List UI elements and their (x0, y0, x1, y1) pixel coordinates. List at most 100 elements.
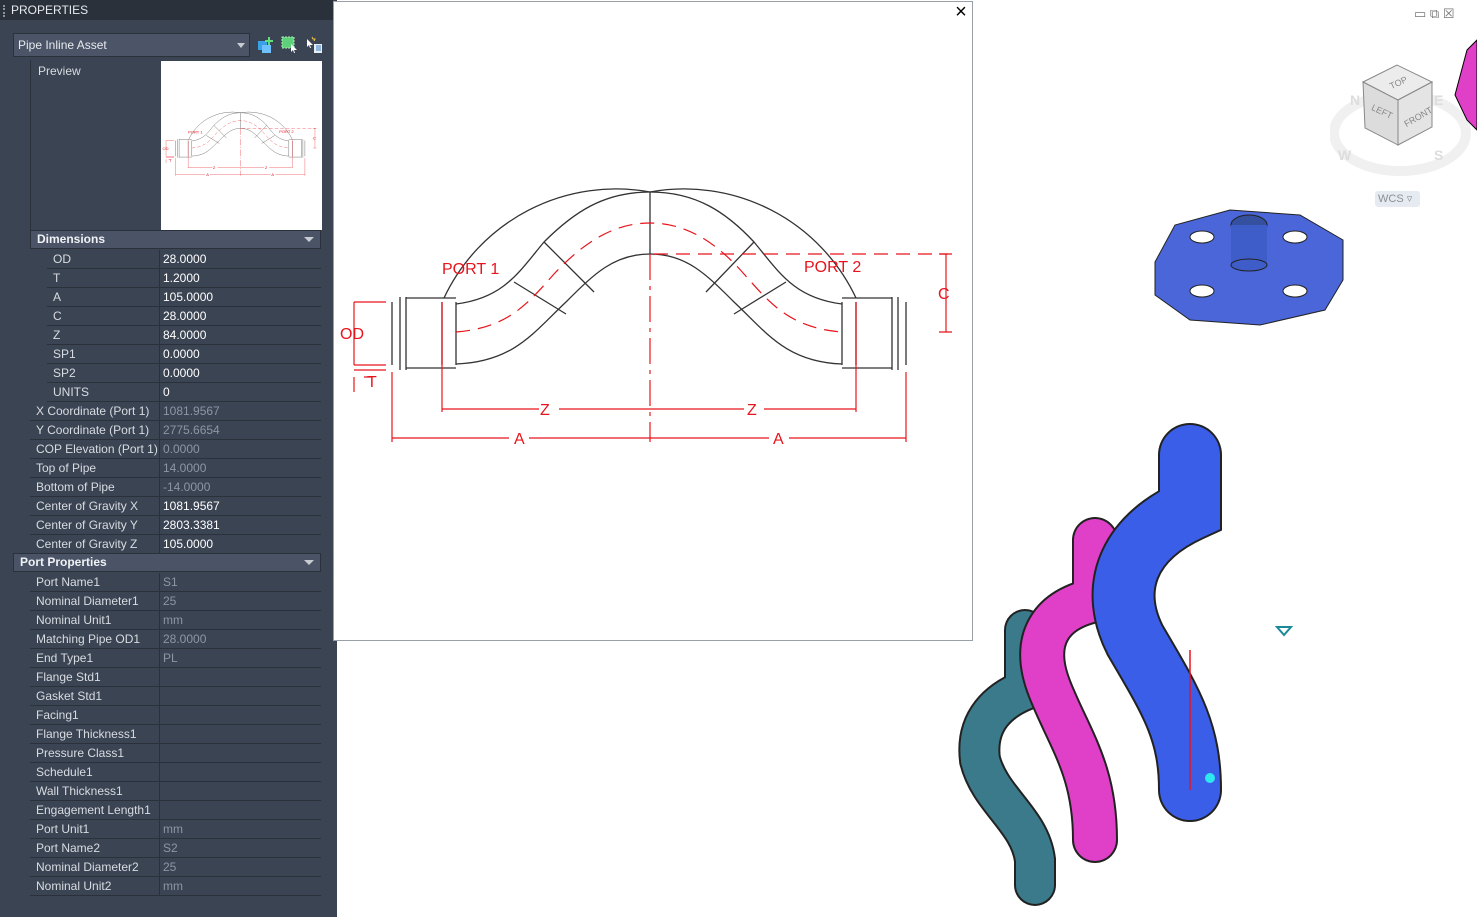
port1-label: PORT 1 (442, 261, 499, 278)
property-row[interactable]: Nominal Unit2 mm (30, 877, 321, 896)
panel-title-text: PROPERTIES (11, 3, 89, 17)
property-label: Matching Pipe OD1 (30, 630, 160, 649)
property-row[interactable]: Center of Gravity Y 2803.3381 (30, 516, 321, 535)
property-row[interactable]: Port Name2 S2 (30, 839, 321, 858)
property-row[interactable]: SP1 0.0000 (47, 345, 321, 364)
property-row[interactable]: Top of Pipe 14.0000 (30, 459, 321, 478)
property-label: Center of Gravity Z (30, 535, 160, 554)
property-row[interactable]: Facing1 (30, 706, 321, 725)
preview-image (161, 61, 322, 230)
property-value[interactable]: PL (160, 649, 178, 667)
property-value[interactable]: mm (160, 611, 183, 629)
property-label: Bottom of Pipe (30, 478, 160, 497)
select-objects-icon[interactable] (281, 36, 299, 54)
property-row[interactable]: Y Coordinate (Port 1) 2775.6654 (30, 421, 321, 440)
property-label: Engagement Length1 (30, 801, 160, 820)
property-value[interactable]: 1.2000 (160, 269, 200, 287)
property-row[interactable]: Flange Thickness1 (30, 725, 321, 744)
property-label: SP2 (47, 364, 160, 383)
property-label: Pressure Class1 (30, 744, 160, 763)
property-value[interactable]: S2 (160, 839, 178, 857)
property-label: UNITS (47, 383, 160, 402)
preview-drawing (162, 111, 317, 178)
insertion-marker[interactable] (1274, 626, 1294, 637)
property-row[interactable]: Wall Thickness1 (30, 782, 321, 801)
grip-icon[interactable] (3, 5, 6, 17)
a-label-right: A (773, 431, 784, 448)
property-row[interactable]: Port Unit1 mm (30, 820, 321, 839)
property-value[interactable]: 1081.9567 (160, 497, 220, 515)
property-value[interactable]: 105.0000 (160, 535, 213, 553)
property-value[interactable]: 0.0000 (160, 364, 200, 382)
object-type-dropdown[interactable]: Pipe Inline Asset (13, 33, 250, 57)
property-row[interactable]: Nominal Diameter1 25 (30, 592, 321, 611)
properties-panel: PROPERTIES Pipe Inline Asset Preview Dim… (0, 0, 337, 917)
property-row[interactable]: Port Name1 S1 (30, 573, 321, 592)
z-label-left: Z (540, 402, 550, 419)
quick-select-icon[interactable] (305, 36, 323, 54)
property-row[interactable]: C 28.0000 (47, 307, 321, 326)
property-row[interactable]: Center of Gravity X 1081.9567 (30, 497, 321, 516)
property-row[interactable]: Matching Pipe OD1 28.0000 (30, 630, 321, 649)
property-value[interactable]: 0 (160, 383, 170, 401)
pipe-fittings (958, 423, 1222, 906)
property-value[interactable]: S1 (160, 573, 178, 591)
property-row[interactable]: Z 84.0000 (47, 326, 321, 345)
property-value[interactable]: 14.0000 (160, 459, 206, 477)
property-label: COP Elevation (Port 1) (30, 440, 160, 459)
property-value[interactable]: 0.0000 (160, 345, 200, 363)
section-title: Dimensions (37, 232, 106, 246)
property-value[interactable]: 2775.6654 (160, 421, 220, 439)
property-label: Flange Thickness1 (30, 725, 160, 744)
property-row[interactable]: A 105.0000 (47, 288, 321, 307)
property-label: Port Name1 (30, 573, 160, 592)
model-viewport[interactable] (940, 0, 1477, 917)
section-port-properties[interactable]: Port Properties (13, 553, 321, 572)
property-value[interactable]: 1081.9567 (160, 402, 220, 420)
property-value[interactable]: 105.0000 (160, 288, 213, 306)
property-label: Top of Pipe (30, 459, 160, 478)
z-label-right: Z (747, 402, 757, 419)
property-value[interactable]: 2803.3381 (160, 516, 220, 534)
toggle-pickadd-icon[interactable] (257, 36, 275, 54)
property-value[interactable]: mm (160, 877, 183, 895)
property-value[interactable]: 0.0000 (160, 440, 200, 458)
property-value[interactable]: -14.0000 (160, 478, 210, 496)
od-label: OD (340, 326, 364, 343)
property-row[interactable]: Pressure Class1 (30, 744, 321, 763)
property-row[interactable]: Flange Std1 (30, 668, 321, 687)
port2-label: PORT 2 (804, 259, 861, 276)
property-value[interactable]: 25 (160, 858, 176, 876)
property-label: Facing1 (30, 706, 160, 725)
property-label: Nominal Unit1 (30, 611, 160, 630)
pipe-drawing: PORT 1 PORT 2 OD T C Z Z A A (340, 188, 952, 448)
property-row[interactable]: SP2 0.0000 (47, 364, 321, 383)
property-row[interactable]: Nominal Diameter2 25 (30, 858, 321, 877)
property-row[interactable]: End Type1 PL (30, 649, 321, 668)
property-row[interactable]: Center of Gravity Z 105.0000 (30, 535, 321, 554)
property-row[interactable]: Engagement Length1 (30, 801, 321, 820)
chevron-down-icon[interactable] (304, 560, 314, 565)
property-label: Center of Gravity X (30, 497, 160, 516)
property-value[interactable]: 28.0000 (160, 307, 206, 325)
property-row[interactable]: Schedule1 (30, 763, 321, 782)
property-label: C (47, 307, 160, 326)
property-row[interactable]: OD 28.0000 (47, 250, 321, 269)
property-row[interactable]: UNITS 0 (47, 383, 321, 402)
property-value[interactable]: 25 (160, 592, 176, 610)
grip-point[interactable] (1205, 773, 1215, 783)
chevron-down-icon[interactable] (304, 237, 314, 242)
section-dimensions[interactable]: Dimensions (30, 230, 321, 249)
property-row[interactable]: X Coordinate (Port 1) 1081.9567 (30, 402, 321, 421)
property-value[interactable]: 84.0000 (160, 326, 206, 344)
property-value[interactable]: 28.0000 (160, 630, 206, 648)
chevron-down-icon (237, 43, 245, 48)
property-row[interactable]: Bottom of Pipe -14.0000 (30, 478, 321, 497)
property-label: A (47, 288, 160, 307)
property-value[interactable]: 28.0000 (160, 250, 206, 268)
property-row[interactable]: Gasket Std1 (30, 687, 321, 706)
property-row[interactable]: T 1.2000 (47, 269, 321, 288)
property-value[interactable]: mm (160, 820, 183, 838)
property-row[interactable]: COP Elevation (Port 1) 0.0000 (30, 440, 321, 459)
property-row[interactable]: Nominal Unit1 mm (30, 611, 321, 630)
